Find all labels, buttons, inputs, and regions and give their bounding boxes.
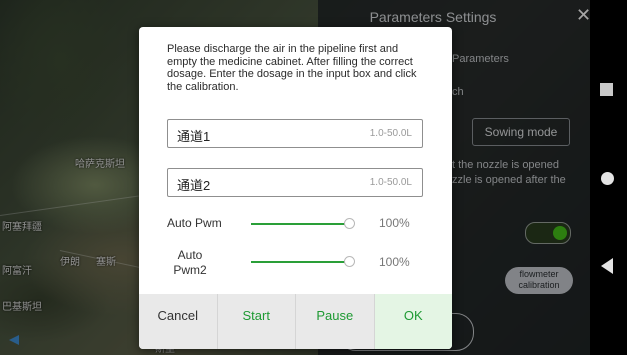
auto-pwm-value: 100% (379, 216, 410, 230)
auto-pwm-slider-track[interactable] (251, 223, 349, 225)
recent-apps-icon[interactable] (600, 83, 613, 96)
cancel-button[interactable]: Cancel (139, 294, 218, 349)
auto-pwm2-slider-track[interactable] (251, 261, 349, 263)
auto-pwm2-slider-knob[interactable] (344, 256, 355, 267)
ok-button[interactable]: OK (374, 294, 452, 349)
dialog-button-bar: Cancel Start Pause OK (139, 294, 452, 349)
auto-pwm2-value: 100% (379, 255, 410, 269)
channel2-label: 通道2 (177, 178, 211, 193)
instructions-text: Please discharge the air in the pipeline… (167, 43, 417, 93)
home-icon[interactable] (601, 172, 614, 185)
auto-pwm2-label: Auto Pwm2 (173, 248, 207, 277)
auto-pwm-label: Auto Pwm (167, 216, 222, 230)
auto-pwm-slider-knob[interactable] (344, 218, 355, 229)
channel1-label: 通道1 (177, 129, 211, 144)
channel1-placeholder: 1.0-50.0L (369, 128, 412, 139)
pause-button[interactable]: Pause (296, 294, 375, 349)
channel2-input[interactable]: 通道2 1.0-50.0L (167, 168, 423, 197)
back-icon[interactable] (601, 258, 613, 274)
calibration-dialog: Please discharge the air in the pipeline… (139, 27, 452, 349)
channel1-input[interactable]: 通道1 1.0-50.0L (167, 119, 423, 148)
start-button[interactable]: Start (218, 294, 296, 349)
channel2-placeholder: 1.0-50.0L (369, 177, 412, 188)
